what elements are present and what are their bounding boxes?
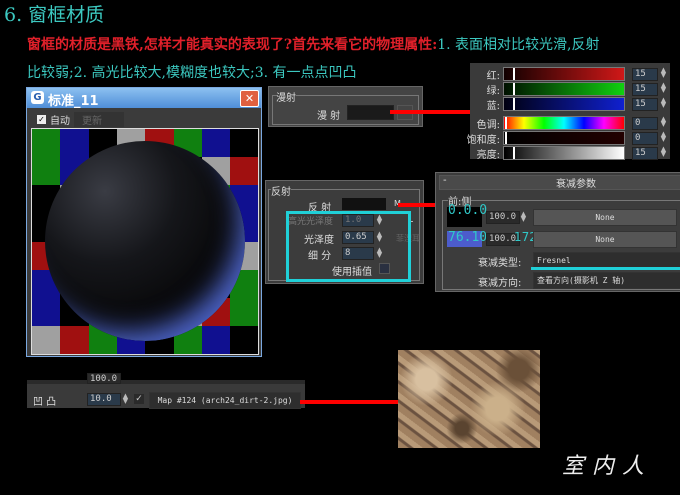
value-slider-thumb[interactable]	[513, 147, 515, 159]
checker-cell	[230, 129, 258, 158]
green-label: 绿:	[486, 86, 500, 97]
red-spinner[interactable]: ▲ ▼	[660, 67, 667, 79]
hue-slider-thumb[interactable]	[505, 117, 507, 129]
front-amount-field[interactable]: 100.0	[486, 211, 520, 224]
heading: 6. 窗框材质	[4, 4, 105, 26]
red-field[interactable]: 15	[632, 68, 658, 81]
watermark-logo: 室内人	[562, 454, 653, 479]
saturation-spinner[interactable]: ▲ ▼	[660, 131, 667, 143]
material-preview-window: G 标准_11 ✕ ✓ 自动 更新	[26, 87, 262, 357]
bump-enable-checkbox[interactable]: ✓	[134, 394, 144, 404]
front-map-button[interactable]: None	[533, 209, 677, 226]
hue-spinner[interactable]: ▲ ▼	[660, 116, 667, 128]
falloff-type-label: 衰减类型:	[478, 258, 522, 269]
checker-cell	[60, 326, 90, 354]
highlight-underline	[531, 267, 680, 270]
blue-spinner[interactable]: ▲ ▼	[660, 97, 667, 109]
saturation-field[interactable]: 0	[632, 132, 658, 145]
bump-amount-field[interactable]: 10.0	[87, 393, 121, 406]
checker-cell	[201, 326, 231, 354]
maps-rollout-fragment: 100.0 凹 凸 10.0 ▲ ▼ ✓ Map #124 (arch24_dir…	[27, 373, 305, 409]
dirt-texture-image	[398, 350, 540, 448]
checker-cell	[32, 298, 61, 328]
previous-row-fragment	[27, 380, 305, 384]
intro-cyan: 1. 表面相对比较光滑,反射	[437, 37, 600, 53]
close-icon[interactable]: ✕	[240, 90, 259, 107]
saturation-slider-thumb[interactable]	[505, 132, 507, 144]
falloff-title: 衰减参数	[556, 179, 596, 190]
previous-amount-field[interactable]: 100.0	[87, 373, 121, 384]
checker-cell	[201, 129, 231, 158]
side-map-button[interactable]: None	[533, 231, 677, 248]
falloff-direction-label: 衰减方向:	[478, 278, 522, 289]
reflection-panel: 反射 反 射 M 高光光泽度 1.0 ▲▼ L 光泽度 0.65 ▲▼ 菲涅耳 …	[265, 180, 424, 284]
value-label: 亮度:	[476, 150, 500, 161]
red-slider[interactable]	[503, 67, 625, 81]
value-spinner[interactable]: ▲ ▼	[660, 146, 667, 158]
green-field[interactable]: 15	[632, 83, 658, 96]
intro-line-1: 窗框的材质是黑铁,怎样才能真实的表现了?首先来看它的物理属性:1. 表面相对比较…	[27, 34, 600, 54]
red-label: 红:	[486, 71, 500, 82]
blue-slider[interactable]	[503, 97, 625, 111]
front-color-value: 0.0.0	[448, 203, 488, 218]
update-button[interactable]: 更新	[74, 112, 124, 127]
diffuse-panel: 漫射 漫 射	[268, 86, 423, 127]
checker-cell	[32, 157, 61, 187]
checker-cell	[32, 326, 61, 354]
checker-cell	[60, 129, 90, 158]
hue-label: 色调:	[476, 120, 500, 131]
blue-label: 蓝:	[486, 101, 500, 112]
hue-slider[interactable]	[503, 116, 625, 130]
collapse-icon[interactable]: -	[443, 175, 447, 186]
side-color-value: 76.10	[448, 230, 488, 245]
falloff-direction-dropdown[interactable]: 查看方向(摄影机 Z 轴)	[533, 272, 680, 289]
checker-cell	[32, 129, 61, 158]
title-bar: G 标准_11 ✕	[27, 88, 261, 109]
highlight-box	[286, 211, 411, 282]
bump-label: 凹 凸	[33, 397, 57, 408]
bump-map-button[interactable]: Map #124 (arch24_dirt-2.jpg)	[149, 392, 301, 409]
color-picker-panel: 红: 15 ▲ ▼ 绿: 15 ▲ ▼ 蓝: 15 ▲ ▼ 色调: 0 ▲ ▼ 饱和度: 0 ▲…	[466, 63, 670, 161]
pointer-line	[390, 110, 470, 114]
saturation-label: 饱和度:	[466, 135, 500, 146]
blue-slider-thumb[interactable]	[513, 98, 515, 110]
value-field[interactable]: 15	[632, 147, 658, 160]
checker-cell	[230, 157, 258, 187]
value-slider[interactable]	[503, 146, 625, 160]
falloff-panel: - 衰减参数 前:侧 0.0.0 100.0 ▲ ▼ None 76.10 100…	[435, 172, 680, 292]
material-sphere	[45, 141, 245, 341]
blue-field[interactable]: 15	[632, 98, 658, 111]
intro-line-2: 比较弱;2. 高光比较大,模糊度也较大;3. 有一点点凹凸	[27, 65, 357, 81]
hue-field[interactable]: 0	[632, 117, 658, 130]
intro-red: 窗框的材质是黑铁,怎样才能真实的表现了?首先来看它的物理属性:	[27, 37, 438, 53]
diffuse-group-label: 漫射	[276, 89, 296, 104]
green-slider[interactable]	[503, 82, 625, 96]
green-spinner[interactable]: ▲ ▼	[660, 82, 667, 94]
auto-label: 自动	[50, 116, 70, 127]
saturation-slider[interactable]	[503, 131, 625, 145]
window-title: 标准_11	[48, 94, 99, 109]
bump-amount-spinner[interactable]: ▲ ▼	[122, 393, 129, 405]
reflection-group-label: 反射	[271, 183, 291, 198]
red-slider-thumb[interactable]	[513, 68, 515, 80]
front-amount-spinner[interactable]: ▲ ▼	[520, 211, 527, 223]
diffuse-label: 漫 射	[317, 111, 341, 122]
diffuse-color-swatch[interactable]	[347, 105, 394, 120]
reflect-color-swatch[interactable]	[342, 198, 386, 210]
green-slider-thumb[interactable]	[513, 83, 515, 95]
preview-render	[31, 128, 259, 355]
checker-cell	[230, 298, 258, 328]
auto-checkbox[interactable]: ✓	[37, 115, 46, 124]
checker-cell	[230, 326, 258, 354]
app-icon: G	[31, 91, 44, 104]
pointer-line	[300, 400, 410, 404]
